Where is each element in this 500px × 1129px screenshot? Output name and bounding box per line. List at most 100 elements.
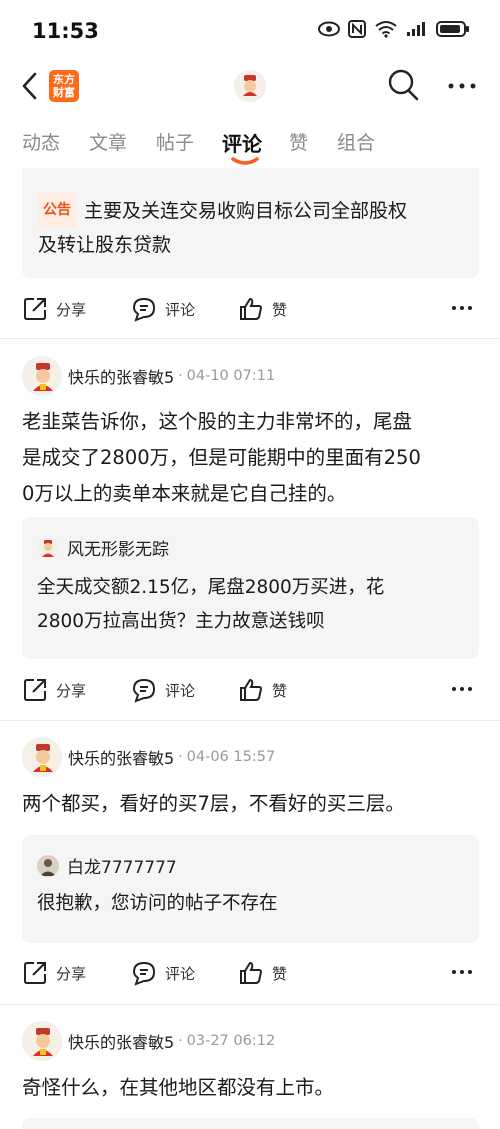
status-time: 11:53 <box>32 19 99 43</box>
notice-text-line1: 主要及关连交易收购目标公司全部股权 <box>84 200 408 222</box>
like-label: 赞 <box>272 964 288 983</box>
comment-icon <box>132 961 156 986</box>
author-name[interactable]: 快乐的张睿敏5 <box>68 364 174 388</box>
share-button[interactable]: 分享 <box>22 677 86 703</box>
quoted-author-name: 风无形影无踪 <box>67 540 169 560</box>
quoted-text: 很抱歉，您访问的帖子不存在 <box>37 887 467 921</box>
post-actions: 分享 评论 赞 <box>22 290 478 330</box>
more-dots-icon <box>452 970 472 974</box>
post-text-line: 两个都买，看好的买7层，不看好的买三层。 <box>22 792 405 815</box>
post-content[interactable]: 两个都买，看好的买7层，不看好的买三层。 <box>22 786 482 822</box>
post-text-line: 是成交了2800万，但是可能期中的里面有250 <box>22 446 421 469</box>
post-content[interactable]: 老韭菜告诉你，这个股的主力非常坏的，尾盘 是成交了2800万，但是可能期中的里面… <box>22 404 482 512</box>
comment-icon <box>132 297 156 322</box>
fortune-god-avatar-icon <box>33 1028 53 1056</box>
wifi-icon <box>375 21 397 38</box>
profile-avatar[interactable] <box>234 70 266 102</box>
quoted-text-line: 很抱歉，您访问的帖子不存在 <box>37 893 278 914</box>
comment-button[interactable]: 评论 <box>131 960 195 986</box>
post-more-button[interactable] <box>450 960 474 984</box>
tab-posts[interactable]: 帖子 <box>156 128 194 155</box>
quoted-text-line: 2800万拉高出货？主力故意送钱呗 <box>37 611 325 632</box>
tab-comments[interactable]: 评论 <box>222 128 262 157</box>
post-more-button[interactable] <box>450 677 474 701</box>
post-content[interactable]: 奇怪什么，在其他地区都没有上市。 <box>22 1070 482 1106</box>
app-logo[interactable]: 东方 财富 <box>49 70 79 102</box>
post-more-button[interactable] <box>450 296 474 320</box>
quoted-author-row[interactable]: 白龙7777777 <box>37 853 177 878</box>
divider <box>0 720 500 721</box>
author-avatar[interactable] <box>22 1021 62 1061</box>
post-text-line: 老韭菜告诉你，这个股的主力非常坏的，尾盘 <box>22 410 413 433</box>
separator-dot: · <box>178 1033 183 1049</box>
quoted-author-row[interactable]: 风无形影无踪 <box>37 535 169 560</box>
quoted-author-name: 白龙7777777 <box>67 858 177 878</box>
notice-badge: 公告 <box>38 192 76 228</box>
quoted-text: 全天成交额2.15亿，尾盘2800万买进，花 2800万拉高出货？主力故意送钱呗 <box>37 571 467 639</box>
share-label: 分享 <box>56 964 87 983</box>
logo-text-line1: 东方 <box>53 73 75 86</box>
post-author-row[interactable]: 快乐的张睿敏5 · 04-10 07:11 <box>22 356 275 396</box>
tab-portfolio[interactable]: 组合 <box>337 128 375 155</box>
post-time: 04-06 15:57 <box>186 749 276 765</box>
quoted-text-line: 全天成交额2.15亿，尾盘2800万买进，花 <box>37 577 385 598</box>
author-avatar[interactable] <box>22 356 62 396</box>
fortune-god-avatar-icon <box>235 71 265 101</box>
notice-text-line2: 及转让股东贷款 <box>38 234 172 256</box>
like-button[interactable]: 赞 <box>238 677 287 703</box>
quoted-comment-card[interactable] <box>22 1118 479 1129</box>
battery-icon <box>436 21 469 37</box>
comment-button[interactable]: 评论 <box>131 296 195 322</box>
comment-label: 评论 <box>165 964 196 983</box>
more-dots-icon <box>452 687 472 691</box>
fortune-god-avatar-icon <box>33 363 53 391</box>
person-avatar-icon <box>40 858 56 876</box>
thumbs-up-icon <box>240 961 263 984</box>
tab-likes[interactable]: 赞 <box>289 128 308 155</box>
share-button[interactable]: 分享 <box>22 296 86 322</box>
comment-label: 评论 <box>165 681 196 700</box>
share-icon <box>24 298 46 320</box>
thumbs-up-icon <box>240 678 263 701</box>
share-button[interactable]: 分享 <box>22 960 86 986</box>
logo-text-line2: 财富 <box>53 86 75 99</box>
like-button[interactable]: 赞 <box>238 960 287 986</box>
author-avatar[interactable] <box>22 737 62 777</box>
quoted-author-avatar <box>37 854 59 877</box>
post-author-row[interactable]: 快乐的张睿敏5 · 03-27 06:12 <box>22 1021 275 1061</box>
author-name[interactable]: 快乐的张睿敏5 <box>68 745 174 769</box>
nfc-icon <box>348 20 366 38</box>
share-label: 分享 <box>56 300 87 319</box>
divider <box>0 338 500 339</box>
quoted-notice-card[interactable]: 公告 主要及关连交易收购目标公司全部股权 及转让股东贷款 <box>22 168 479 278</box>
tab-articles[interactable]: 文章 <box>89 128 127 155</box>
signal-icon <box>407 22 425 36</box>
fortune-god-avatar-icon <box>33 744 53 772</box>
author-name[interactable]: 快乐的张睿敏5 <box>68 1029 174 1053</box>
active-tab-underline <box>231 157 259 165</box>
quoted-comment-card[interactable]: 风无形影无踪 全天成交额2.15亿，尾盘2800万买进，花 2800万拉高出货？… <box>22 517 479 659</box>
separator-dot: · <box>178 368 183 384</box>
tab-dynamic[interactable]: 动态 <box>22 128 60 155</box>
post-time: 04-10 07:11 <box>186 368 276 384</box>
post-author-row[interactable]: 快乐的张睿敏5 · 04-06 15:57 <box>22 737 275 777</box>
quoted-author-avatar <box>37 536 59 559</box>
divider <box>0 1004 500 1005</box>
like-label: 赞 <box>272 300 288 319</box>
post-time: 03-27 06:12 <box>186 1033 276 1049</box>
back-button[interactable] <box>18 70 44 102</box>
post-actions: 分享 评论 赞 <box>22 954 478 994</box>
like-button[interactable]: 赞 <box>238 296 287 322</box>
search-button[interactable] <box>387 68 419 102</box>
quoted-comment-card[interactable]: 白龙7777777 很抱歉，您访问的帖子不存在 <box>22 835 479 943</box>
post-text-line: 0万以上的卖单本来就是它自己挂的。 <box>22 482 347 505</box>
share-icon <box>24 962 46 984</box>
more-button[interactable] <box>446 72 478 100</box>
top-nav: 东方 财富 <box>0 62 500 112</box>
comment-button[interactable]: 评论 <box>131 677 195 703</box>
search-icon <box>388 69 419 101</box>
post-text-line: 奇怪什么，在其他地区都没有上市。 <box>22 1076 335 1099</box>
eye-icon <box>318 21 340 37</box>
comment-label: 评论 <box>165 300 196 319</box>
share-icon <box>24 679 46 701</box>
